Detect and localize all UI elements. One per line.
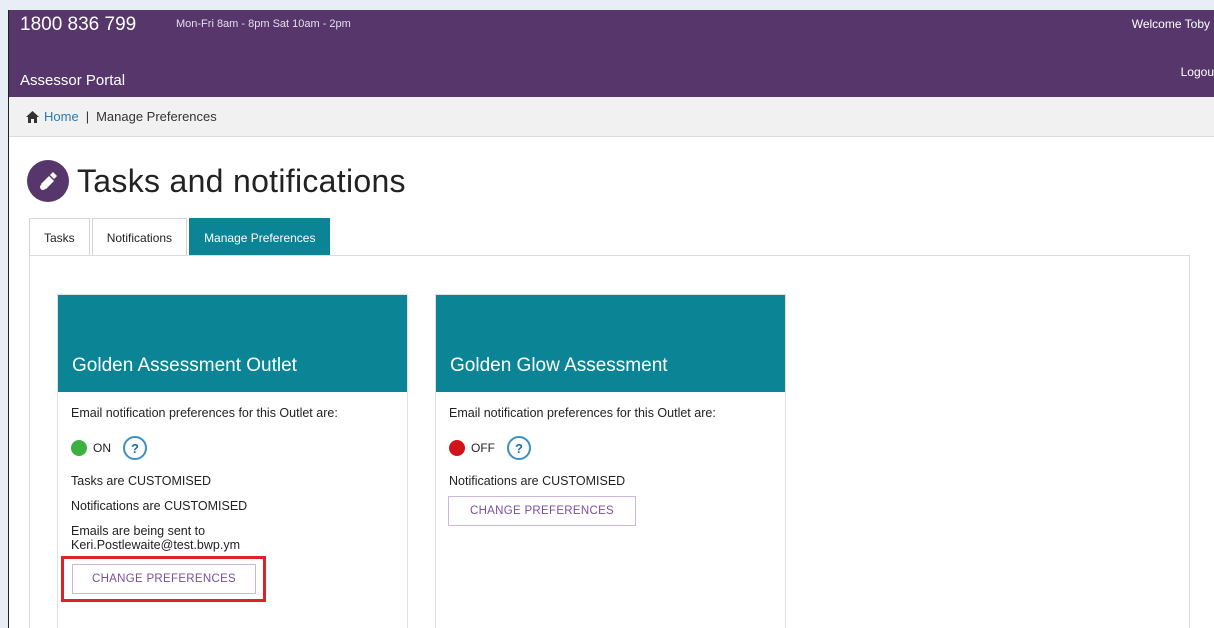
tab-manage-preferences[interactable]: Manage Preferences xyxy=(189,218,331,256)
tab-tasks[interactable]: Tasks xyxy=(29,218,90,256)
help-icon[interactable]: ? xyxy=(123,436,147,460)
breadcrumb-separator: | xyxy=(85,109,90,124)
pref-label: Email notification preferences for this … xyxy=(71,406,338,420)
breadcrumb-home-label: Home xyxy=(44,109,79,124)
status-row: ON ? xyxy=(71,436,407,460)
breadcrumb: Home | Manage Preferences xyxy=(9,97,1214,137)
pref-label: Email notification preferences for this … xyxy=(449,406,716,420)
tasks-status: Tasks are CUSTOMISED xyxy=(71,474,212,488)
status-off-indicator xyxy=(449,440,465,456)
logout-link[interactable]: Logou xyxy=(1181,65,1214,79)
notifications-status: Notifications are CUSTOMISED xyxy=(71,499,248,513)
help-icon[interactable]: ? xyxy=(507,436,531,460)
status-row: OFF ? xyxy=(449,436,785,460)
breadcrumb-home-link[interactable]: Home xyxy=(26,109,79,124)
tab-notifications[interactable]: Notifications xyxy=(91,218,188,256)
tab-bar: Tasks Notifications Manage Preferences xyxy=(29,218,332,256)
support-hours: Mon-Fri 8am - 8pm Sat 10am - 2pm xyxy=(176,18,351,30)
page-title-row: Tasks and notifications xyxy=(27,160,406,202)
portal-name: Assessor Portal xyxy=(20,72,126,89)
status-text: ON xyxy=(93,441,111,455)
page-title: Tasks and notifications xyxy=(77,162,406,199)
status-text: OFF xyxy=(471,441,495,455)
email-prefix: Emails are being sent to xyxy=(71,524,206,538)
email-recipient: Emails are being sent to Keri.Postlewait… xyxy=(71,524,407,552)
bell-tasks-icon xyxy=(27,160,69,202)
notifications-status: Notifications are CUSTOMISED xyxy=(449,474,626,488)
outlet-card-golden-glow-assessment: Golden Glow Assessment Email notificatio… xyxy=(435,294,786,628)
top-header: 1800 836 799 Mon-Fri 8am - 8pm Sat 10am … xyxy=(9,10,1214,97)
highlight-box xyxy=(61,556,266,602)
change-preferences-button[interactable]: CHANGE PREFERENCES xyxy=(448,496,636,526)
support-phone: 1800 836 799 xyxy=(20,14,137,35)
email-address: Keri.Postlewaite@test.bwp.ym xyxy=(71,538,241,552)
welcome-message: Welcome Toby xyxy=(1131,17,1210,31)
browser-viewport: 1800 836 799 Mon-Fri 8am - 8pm Sat 10am … xyxy=(8,10,1214,628)
outlet-card-title: Golden Glow Assessment xyxy=(436,295,785,392)
status-on-indicator xyxy=(71,440,87,456)
breadcrumb-current: Manage Preferences xyxy=(96,109,217,124)
outlet-card-title: Golden Assessment Outlet xyxy=(58,295,407,392)
home-icon xyxy=(26,110,39,123)
